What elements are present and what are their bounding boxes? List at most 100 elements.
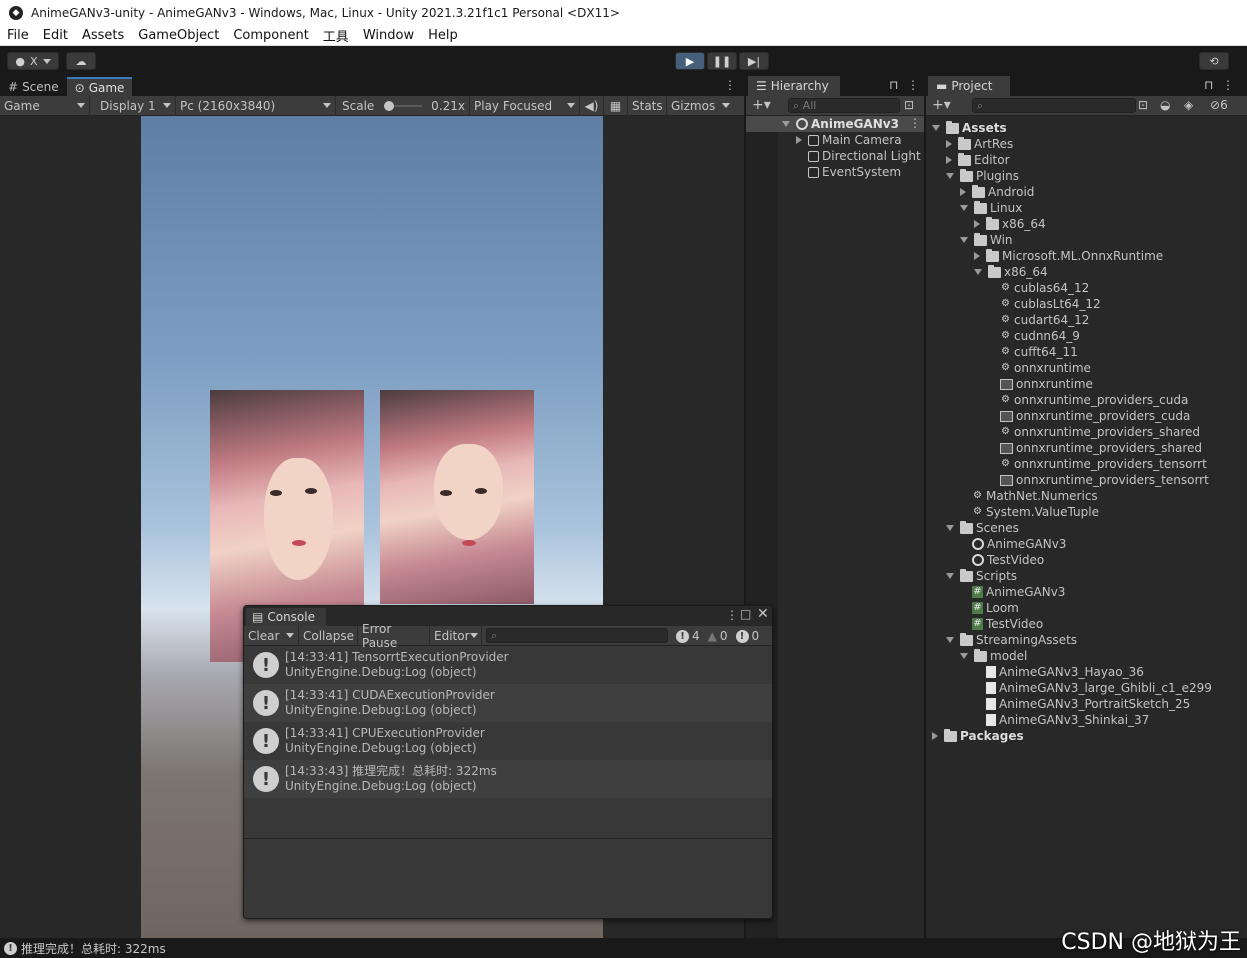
project-tree-item[interactable]: onnxruntime_providers_shared bbox=[988, 440, 1202, 456]
expand-arrow-icon[interactable] bbox=[782, 121, 790, 127]
filter-by-type-icon[interactable]: ◒ bbox=[1160, 98, 1170, 112]
project-tree-item[interactable]: onnxruntime_providers_cuda bbox=[988, 408, 1190, 424]
panel-menu-icon[interactable]: ⋮ bbox=[1222, 78, 1234, 92]
project-tree-item[interactable]: ⚙ onnxruntime_providers_cuda bbox=[988, 392, 1188, 408]
scale-slider[interactable] bbox=[383, 100, 422, 111]
clear-button[interactable]: Clear bbox=[248, 629, 279, 643]
project-tree-item[interactable]: ⚙ MathNet.Numerics bbox=[960, 488, 1098, 504]
project-tree-item[interactable]: Scripts bbox=[946, 568, 1017, 584]
project-tree-item[interactable]: ⚙ cudart64_12 bbox=[988, 312, 1089, 328]
console-search-input[interactable]: ⌕ bbox=[486, 628, 668, 643]
history-button[interactable]: ⟲ bbox=[1199, 52, 1229, 70]
error-pause-toggle[interactable]: Error Pause bbox=[358, 622, 430, 650]
project-tree-item[interactable]: AnimeGANv3_large_Ghibli_c1_e299 bbox=[974, 680, 1212, 696]
panel-menu-icon[interactable]: ⋮ bbox=[907, 78, 919, 92]
error-count-toggle[interactable]: ! 0 bbox=[732, 627, 764, 645]
project-tree-item[interactable]: model bbox=[960, 648, 1027, 664]
account-dropdown[interactable]: ● X bbox=[7, 52, 59, 70]
hierarchy-item-main-camera[interactable]: Main Camera bbox=[796, 132, 902, 148]
collapse-arrow-icon[interactable] bbox=[960, 205, 968, 211]
project-tree-item[interactable]: ⚙ cublas64_12 bbox=[988, 280, 1089, 296]
menu-tools[interactable]: 工具 bbox=[316, 26, 356, 45]
hierarchy-search-input[interactable]: ⌕ All bbox=[788, 98, 900, 113]
project-tree-item[interactable]: ⚙ System.ValueTuple bbox=[960, 504, 1099, 520]
project-tree-item[interactable]: TestVideo bbox=[960, 552, 1044, 568]
menu-component[interactable]: Component bbox=[226, 28, 315, 43]
log-count-toggle[interactable]: ! 4 bbox=[672, 627, 704, 645]
project-tree-item[interactable]: ⚙ onnxruntime_providers_shared bbox=[988, 424, 1200, 440]
search-filter-icon[interactable]: ⊡ bbox=[1138, 98, 1148, 112]
project-tree-item[interactable]: Win bbox=[960, 232, 1013, 248]
collapse-arrow-icon[interactable] bbox=[946, 173, 954, 179]
menu-window[interactable]: Window bbox=[356, 28, 421, 43]
tab-hierarchy[interactable]: ☰ Hierarchy bbox=[748, 76, 840, 96]
project-tree-item[interactable]: # Loom bbox=[960, 600, 1019, 616]
warning-count-toggle[interactable]: ▲ 0 bbox=[704, 627, 732, 645]
hierarchy-item-eventsystem[interactable]: EventSystem bbox=[808, 164, 901, 180]
menu-help[interactable]: Help bbox=[421, 28, 465, 43]
project-tree-item[interactable]: ⚙ onnxruntime_providers_tensorrt bbox=[988, 456, 1207, 472]
project-tree-item[interactable]: Editor bbox=[946, 152, 1010, 168]
panel-menu-icon[interactable]: ⋮ bbox=[726, 608, 738, 622]
play-button[interactable]: ▶ bbox=[675, 52, 705, 70]
project-tree-item[interactable]: AnimeGANv3_Hayao_36 bbox=[974, 664, 1144, 680]
maximize-icon[interactable]: □ bbox=[740, 607, 751, 621]
display-dropdown[interactable]: Display 1 bbox=[90, 95, 176, 116]
log-entry[interactable]: ! [14:33:41] CPUExecutionProvider UnityEn… bbox=[244, 722, 772, 760]
tab-game[interactable]: ⊙ Game bbox=[66, 77, 133, 96]
expand-arrow-icon[interactable] bbox=[796, 136, 802, 144]
project-tree-item[interactable]: AnimeGANv3_Shinkai_37 bbox=[974, 712, 1149, 728]
project-tree-item[interactable]: AnimeGANv3_PortraitSketch_25 bbox=[974, 696, 1190, 712]
project-tree-item[interactable]: x86_64 bbox=[974, 216, 1046, 232]
cloud-button[interactable]: ☁ bbox=[66, 52, 96, 70]
add-icon[interactable]: +▾ bbox=[932, 97, 951, 113]
log-entry[interactable]: ! [14:33:41] TensorrtExecutionProvider Un… bbox=[244, 646, 772, 684]
collapse-arrow-icon[interactable] bbox=[974, 269, 982, 275]
add-icon[interactable]: +▾ bbox=[752, 97, 771, 113]
collapse-arrow-icon[interactable] bbox=[946, 637, 954, 643]
expand-arrow-icon[interactable] bbox=[932, 732, 938, 740]
play-focused-dropdown[interactable]: Play Focused bbox=[470, 95, 580, 116]
search-filter-icon[interactable]: ⊡ bbox=[904, 98, 914, 112]
expand-arrow-icon[interactable] bbox=[946, 156, 952, 164]
scale-slider-handle[interactable] bbox=[383, 100, 394, 111]
project-search-input[interactable]: ⌕ bbox=[972, 98, 1136, 113]
log-entry[interactable]: ! [14:33:41] CUDAExecutionProvider UnityE… bbox=[244, 684, 772, 722]
scene-menu-icon[interactable]: ⋮ bbox=[909, 116, 921, 130]
filter-by-label-icon[interactable]: ◈ bbox=[1184, 98, 1193, 112]
menu-gameobject[interactable]: GameObject bbox=[131, 28, 226, 43]
project-tree-item[interactable]: ⚙ cudnn64_9 bbox=[988, 328, 1080, 344]
project-tree-item[interactable]: onnxruntime bbox=[988, 376, 1093, 392]
tab-project[interactable]: ▬ Project bbox=[928, 76, 1010, 96]
chevron-down-icon[interactable] bbox=[286, 633, 294, 638]
project-tree-item[interactable]: x86_64 bbox=[974, 264, 1048, 280]
menu-edit[interactable]: Edit bbox=[36, 28, 75, 43]
project-tree-item[interactable]: ArtRes bbox=[946, 136, 1013, 152]
collapse-arrow-icon[interactable] bbox=[946, 525, 954, 531]
project-tree-item[interactable]: # AnimeGANv3 bbox=[960, 584, 1065, 600]
editor-dropdown[interactable]: Editor bbox=[430, 625, 482, 646]
project-tree-item[interactable]: ⚙ onnxruntime bbox=[988, 360, 1091, 376]
step-button[interactable]: ▶| bbox=[739, 52, 769, 70]
project-tree-item[interactable]: Linux bbox=[960, 200, 1022, 216]
aspect-grid-button[interactable]: ▦ bbox=[604, 95, 628, 116]
lock-icon[interactable]: ⊓ bbox=[889, 78, 898, 92]
pause-button[interactable]: ❚❚ bbox=[707, 52, 737, 70]
project-tree-item[interactable]: ⚙ cublasLt64_12 bbox=[988, 296, 1101, 312]
collapse-toggle[interactable]: Collapse bbox=[299, 625, 358, 646]
hierarchy-item-directional-light[interactable]: Directional Light bbox=[808, 148, 921, 164]
status-message[interactable]: 推理完成！总耗时: 322ms bbox=[21, 940, 166, 957]
hierarchy-scene-row[interactable]: AnimeGANv3 bbox=[782, 116, 899, 132]
project-tree-item[interactable]: Plugins bbox=[946, 168, 1019, 184]
collapse-arrow-icon[interactable] bbox=[960, 237, 968, 243]
project-tree-item[interactable]: # TestVideo bbox=[960, 616, 1043, 632]
project-tree-item[interactable]: StreamingAssets bbox=[946, 632, 1077, 648]
project-tree-item[interactable]: onnxruntime_providers_tensorrt bbox=[988, 472, 1209, 488]
panel-menu-icon[interactable]: ⋮ bbox=[724, 78, 736, 92]
project-tree-item[interactable]: Android bbox=[960, 184, 1034, 200]
clear-dropdown[interactable]: Clear bbox=[244, 625, 299, 646]
log-entry[interactable]: ! [14:33:43] 推理完成！总耗时: 322ms UnityEngine.… bbox=[244, 760, 772, 798]
project-tree-item[interactable]: AnimeGANv3 bbox=[960, 536, 1066, 552]
console-detail-area[interactable] bbox=[244, 839, 772, 918]
stats-button[interactable]: Stats bbox=[628, 95, 667, 116]
